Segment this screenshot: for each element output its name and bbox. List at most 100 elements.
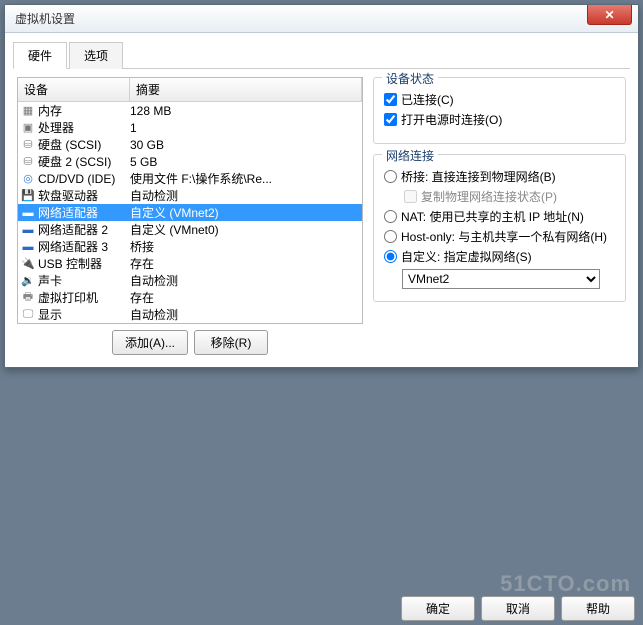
radio-nat-label: NAT: 使用已共享的主机 IP 地址(N) <box>401 208 584 225</box>
device-icon: 🖶 <box>20 290 36 306</box>
device-icon: ▬ <box>20 205 36 221</box>
add-button[interactable]: 添加(A)... <box>112 330 188 355</box>
device-summary: 存在 <box>130 289 360 306</box>
device-row[interactable]: ▬网络适配器自定义 (VMnet2) <box>18 204 362 221</box>
device-name: 软盘驱动器 <box>38 187 130 204</box>
device-row[interactable]: ◎CD/DVD (IDE)使用文件 F:\操作系统\Re... <box>18 170 362 187</box>
group-device-status: 设备状态 已连接(C) 打开电源时连接(O) <box>373 77 626 144</box>
help-button[interactable]: 帮助 <box>561 596 635 621</box>
device-icon: ▦ <box>20 103 36 119</box>
radio-bridged-label: 桥接: 直接连接到物理网络(B) <box>401 168 556 185</box>
ok-button[interactable]: 确定 <box>401 596 475 621</box>
device-row[interactable]: ⛁硬盘 (SCSI)30 GB <box>18 136 362 153</box>
col-header-device[interactable]: 设备 <box>18 78 130 101</box>
device-name: 虚拟打印机 <box>38 289 130 306</box>
radio-nat[interactable]: NAT: 使用已共享的主机 IP 地址(N) <box>384 208 615 225</box>
device-summary: 存在 <box>130 255 360 272</box>
device-name: 内存 <box>38 102 130 119</box>
device-summary: 1 <box>130 121 360 135</box>
chk-replicate-label: 复制物理网络连接状态(P) <box>421 188 557 205</box>
device-row[interactable]: 💾软盘驱动器自动检测 <box>18 187 362 204</box>
device-summary: 5 GB <box>130 155 360 169</box>
radio-hostonly[interactable]: Host-only: 与主机共享一个私有网络(H) <box>384 228 615 245</box>
device-icon: 🔌 <box>20 256 36 272</box>
radio-custom-input[interactable] <box>384 250 397 263</box>
tab-options[interactable]: 选项 <box>69 42 123 69</box>
device-name: CD/DVD (IDE) <box>38 172 130 186</box>
device-summary: 128 MB <box>130 104 360 118</box>
device-summary: 自定义 (VMnet2) <box>130 204 360 221</box>
group-network: 网络连接 桥接: 直接连接到物理网络(B) 复制物理网络连接状态(P) NAT:… <box>373 154 626 302</box>
device-summary: 30 GB <box>130 138 360 152</box>
device-summary: 自动检测 <box>130 187 360 204</box>
device-icon: ⛁ <box>20 154 36 170</box>
cancel-button[interactable]: 取消 <box>481 596 555 621</box>
device-name: 声卡 <box>38 272 130 289</box>
device-name: USB 控制器 <box>38 255 130 272</box>
radio-custom[interactable]: 自定义: 指定虚拟网络(S) <box>384 248 615 265</box>
list-body: ▦内存128 MB▣处理器1⛁硬盘 (SCSI)30 GB⛁硬盘 2 (SCSI… <box>18 102 362 323</box>
list-buttons: 添加(A)... 移除(R) <box>17 330 363 355</box>
list-header: 设备 摘要 <box>18 78 362 102</box>
vnet-select-wrap: VMnet2 <box>402 269 615 289</box>
dialog-buttons: 确定 取消 帮助 <box>401 596 635 621</box>
device-icon: ▬ <box>20 239 36 255</box>
device-row[interactable]: ▣处理器1 <box>18 119 362 136</box>
close-icon: ✕ <box>604 8 614 22</box>
device-name: 网络适配器 3 <box>38 238 130 255</box>
chk-connected-input[interactable] <box>384 93 397 106</box>
device-row[interactable]: 🖶虚拟打印机存在 <box>18 289 362 306</box>
chk-replicate: 复制物理网络连接状态(P) <box>404 188 615 205</box>
device-list: 设备 摘要 ▦内存128 MB▣处理器1⛁硬盘 (SCSI)30 GB⛁硬盘 2… <box>17 77 363 324</box>
tabs: 硬件 选项 <box>13 41 630 69</box>
watermark: 51CTO.com <box>500 571 631 597</box>
window-title: 虚拟机设置 <box>15 10 75 27</box>
radio-bridged-input[interactable] <box>384 170 397 183</box>
device-summary: 自定义 (VMnet0) <box>130 221 360 238</box>
device-summary: 自动检测 <box>130 306 360 323</box>
chk-connect-power[interactable]: 打开电源时连接(O) <box>384 111 615 128</box>
titlebar[interactable]: 虚拟机设置 ✕ <box>5 5 638 33</box>
left-panel: 设备 摘要 ▦内存128 MB▣处理器1⛁硬盘 (SCSI)30 GB⛁硬盘 2… <box>17 77 363 355</box>
right-panel: 设备状态 已连接(C) 打开电源时连接(O) 网络连接 桥接: 直接连接到物理网… <box>373 77 626 355</box>
radio-hostonly-input[interactable] <box>384 230 397 243</box>
col-header-summary[interactable]: 摘要 <box>130 78 362 101</box>
device-row[interactable]: ▬网络适配器 3桥接 <box>18 238 362 255</box>
vm-settings-window: 虚拟机设置 ✕ 硬件 选项 设备 摘要 ▦内存128 MB▣处理器1⛁硬盘 (S… <box>4 4 639 368</box>
device-name: 处理器 <box>38 119 130 136</box>
chk-replicate-input <box>404 190 417 203</box>
chk-connected-label: 已连接(C) <box>401 91 454 108</box>
device-icon: 🖵 <box>20 307 36 323</box>
tab-hardware[interactable]: 硬件 <box>13 42 67 69</box>
device-name: 网络适配器 <box>38 204 130 221</box>
device-icon: 💾 <box>20 188 36 204</box>
device-summary: 使用文件 F:\操作系统\Re... <box>130 170 360 187</box>
device-row[interactable]: ⛁硬盘 2 (SCSI)5 GB <box>18 153 362 170</box>
radio-hostonly-label: Host-only: 与主机共享一个私有网络(H) <box>401 228 607 245</box>
device-row[interactable]: ▬网络适配器 2自定义 (VMnet0) <box>18 221 362 238</box>
radio-custom-label: 自定义: 指定虚拟网络(S) <box>401 248 532 265</box>
device-row[interactable]: 🖵显示自动检测 <box>18 306 362 323</box>
chk-connect-power-label: 打开电源时连接(O) <box>401 111 502 128</box>
device-icon: ▬ <box>20 222 36 238</box>
group-title-network: 网络连接 <box>382 147 438 164</box>
chk-connect-power-input[interactable] <box>384 113 397 126</box>
device-summary: 自动检测 <box>130 272 360 289</box>
device-icon: ⛁ <box>20 137 36 153</box>
device-name: 网络适配器 2 <box>38 221 130 238</box>
device-summary: 桥接 <box>130 238 360 255</box>
remove-button[interactable]: 移除(R) <box>194 330 268 355</box>
device-row[interactable]: 🔉声卡自动检测 <box>18 272 362 289</box>
device-name: 显示 <box>38 306 130 323</box>
dialog-body: 硬件 选项 设备 摘要 ▦内存128 MB▣处理器1⛁硬盘 (SCSI)30 G… <box>5 33 638 367</box>
vnet-select[interactable]: VMnet2 <box>402 269 600 289</box>
device-name: 硬盘 (SCSI) <box>38 136 130 153</box>
device-icon: 🔉 <box>20 273 36 289</box>
chk-connected[interactable]: 已连接(C) <box>384 91 615 108</box>
device-row[interactable]: 🔌USB 控制器存在 <box>18 255 362 272</box>
close-button[interactable]: ✕ <box>587 5 632 25</box>
device-row[interactable]: ▦内存128 MB <box>18 102 362 119</box>
radio-bridged[interactable]: 桥接: 直接连接到物理网络(B) <box>384 168 615 185</box>
device-icon: ◎ <box>20 171 36 187</box>
radio-nat-input[interactable] <box>384 210 397 223</box>
